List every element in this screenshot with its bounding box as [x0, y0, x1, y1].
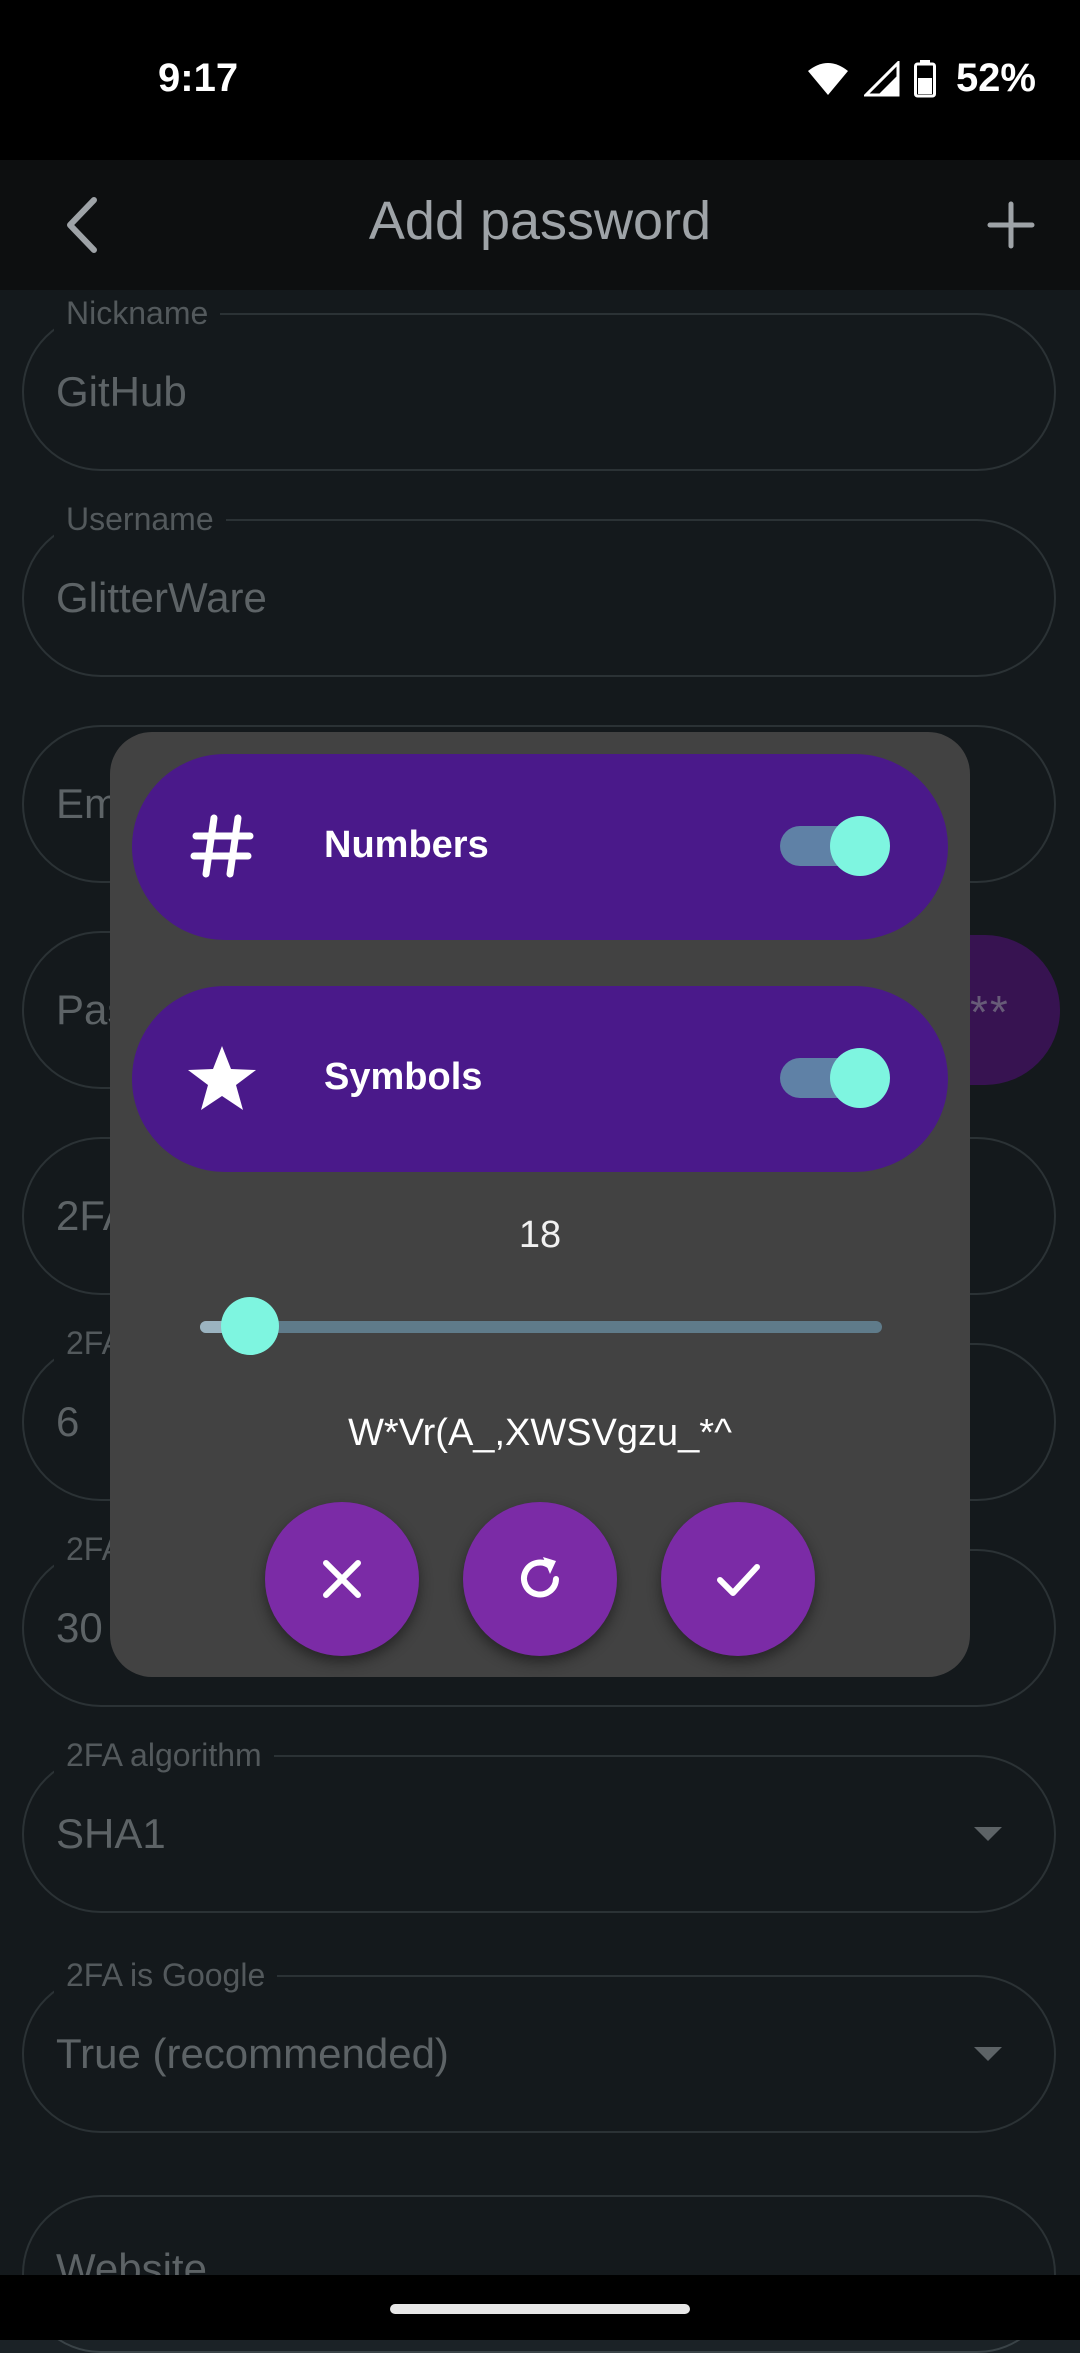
hash-icon	[190, 814, 254, 878]
refresh-icon	[521, 1557, 559, 1598]
home-handle[interactable]	[390, 2304, 690, 2314]
battery-percent: 52%	[955, 56, 1036, 100]
length-value: 18	[518, 1214, 562, 1256]
password-generator-dialog: Numbers Symbols 18 W*Vr(A_,XWSVgzu_*^	[110, 732, 970, 1677]
confirm-button[interactable]	[661, 1502, 815, 1656]
symbols-toggle-thumb[interactable]	[830, 1048, 890, 1108]
generated-password: W*Vr(A_,XWSVgzu_*^	[348, 1412, 732, 1454]
add-icon[interactable]	[976, 190, 1046, 260]
length-slider-track[interactable]	[200, 1321, 882, 1333]
page-title: Add password	[368, 191, 712, 251]
numbers-label: Numbers	[324, 824, 489, 866]
numbers-option[interactable]: Numbers	[132, 754, 948, 940]
status-bar: 9:17 52%	[0, 0, 1080, 160]
cancel-button[interactable]	[265, 1502, 419, 1656]
status-icons: 52%	[806, 56, 1036, 101]
symbols-option[interactable]: Symbols	[132, 986, 948, 1172]
battery-icon	[913, 59, 936, 97]
length-slider-thumb[interactable]	[221, 1297, 280, 1355]
star-icon	[188, 1046, 256, 1110]
status-time: 9:17	[158, 56, 239, 100]
symbols-label: Symbols	[324, 1056, 483, 1098]
navigation-bar	[0, 2275, 1080, 2340]
wifi-icon	[807, 62, 848, 95]
app-bar: Add password	[0, 160, 1080, 290]
signal-icon	[863, 60, 900, 96]
close-icon	[323, 1560, 361, 1598]
numbers-toggle-thumb[interactable]	[830, 816, 890, 876]
regenerate-button[interactable]	[463, 1502, 617, 1656]
check-icon	[717, 1564, 760, 1596]
